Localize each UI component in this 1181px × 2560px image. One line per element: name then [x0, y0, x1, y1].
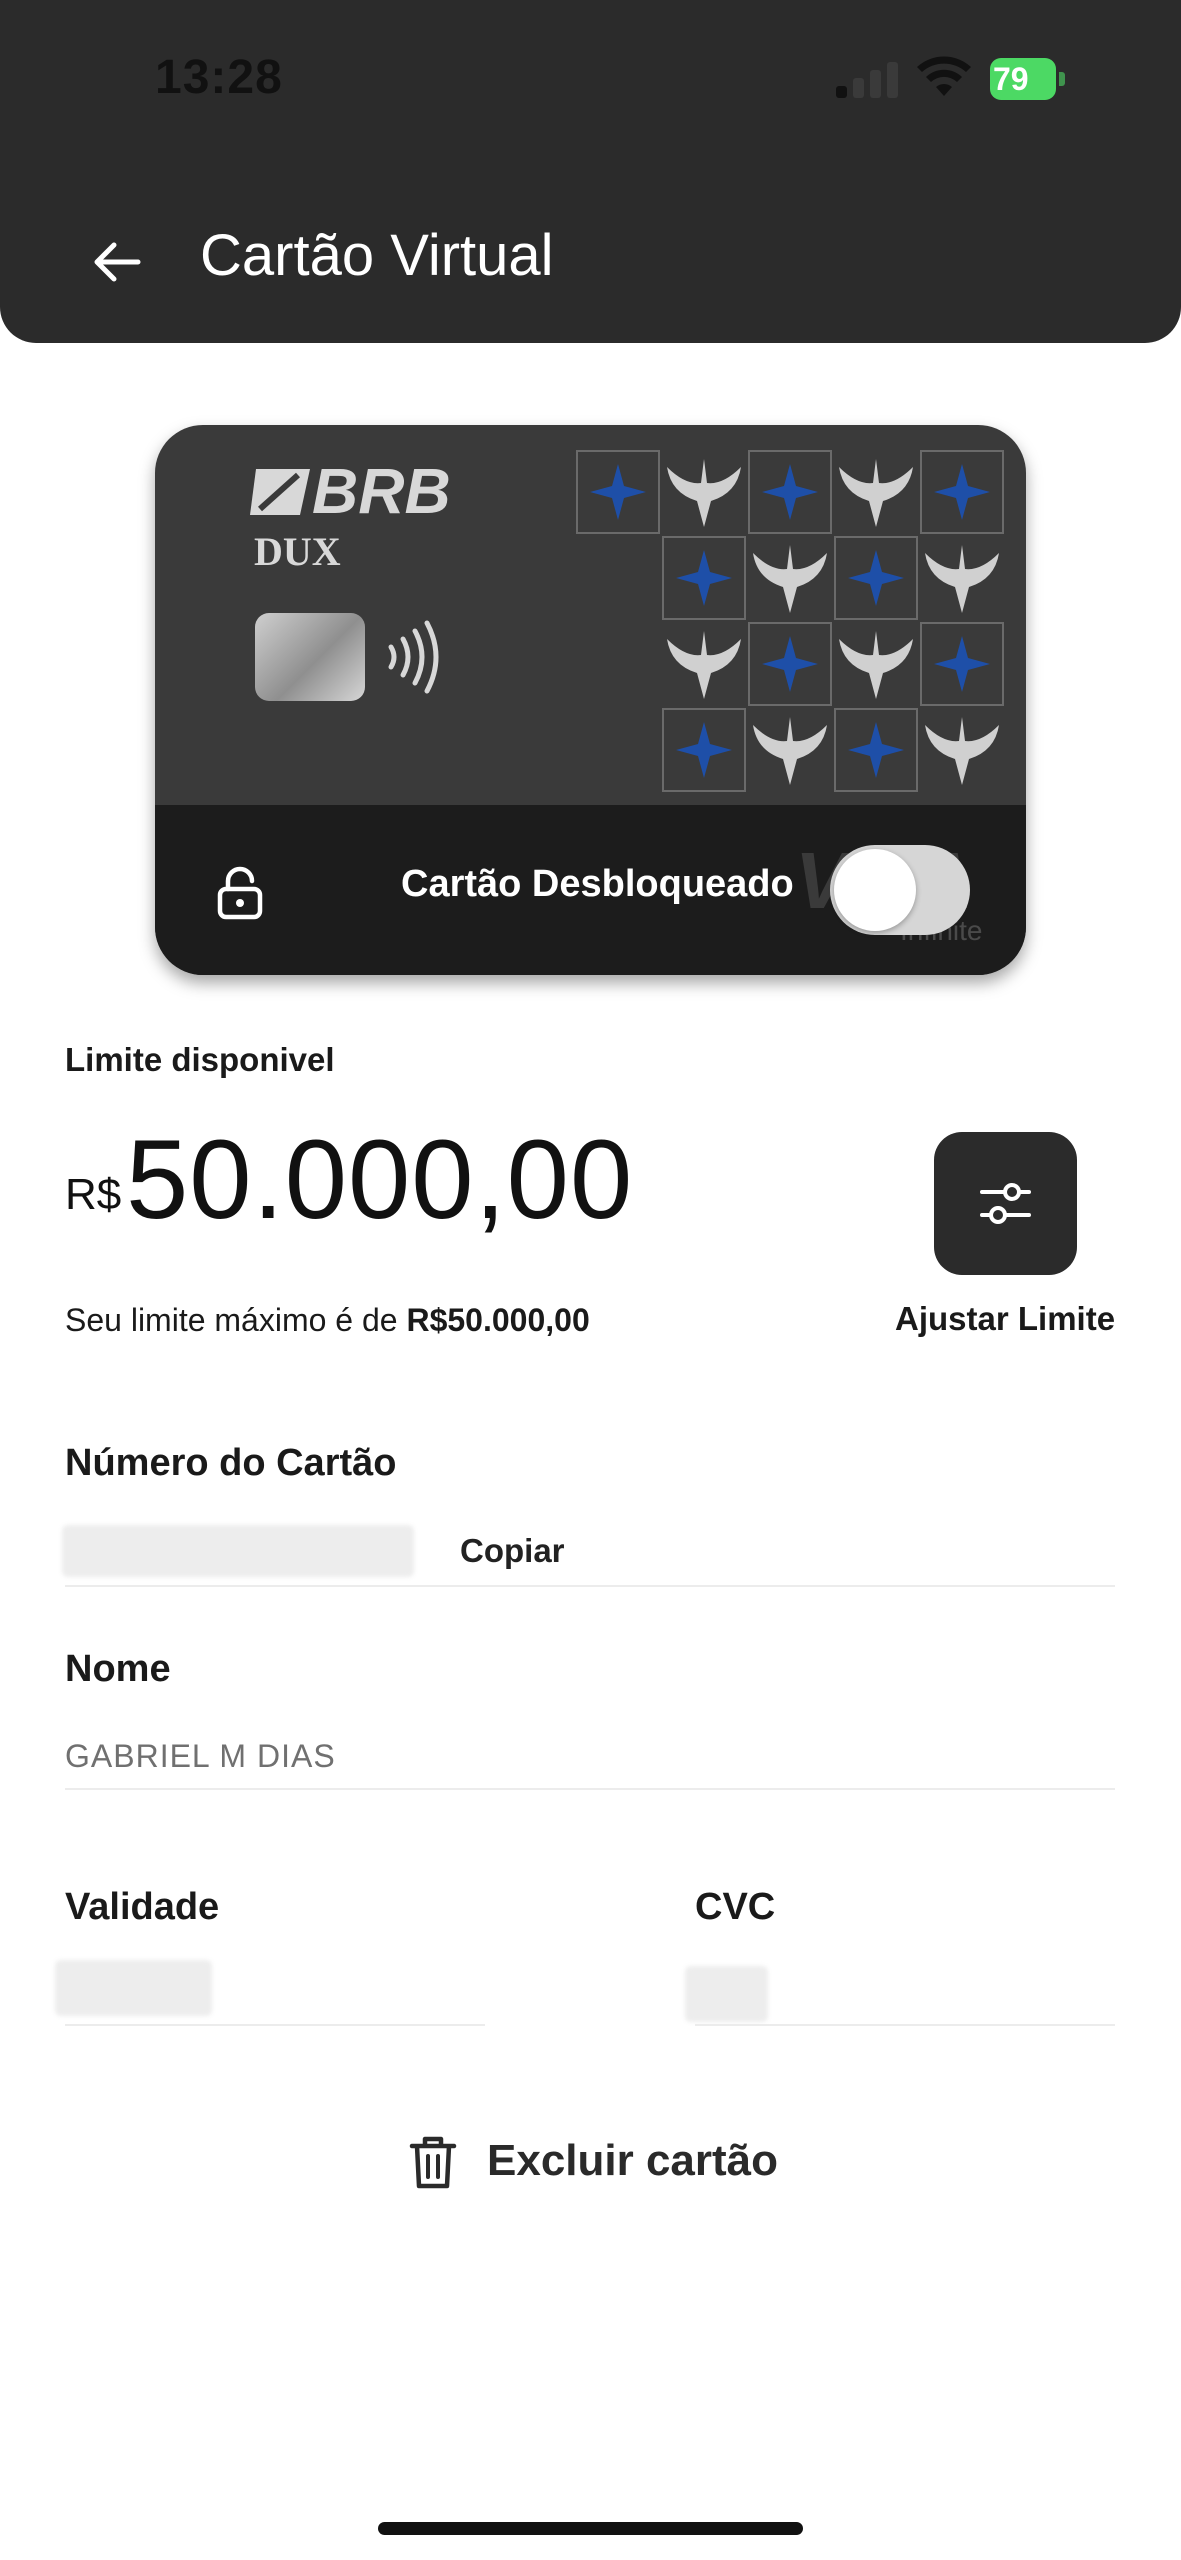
- app-header: 13:28 79 Cartão Virtual: [0, 0, 1181, 343]
- divider: [65, 1788, 1115, 1790]
- svg-text:BRB: BRB: [312, 455, 451, 527]
- card-lock-toggle[interactable]: [830, 845, 970, 935]
- brb-logo: BRB DUX: [250, 455, 451, 573]
- copy-card-number-button[interactable]: Copiar: [460, 1532, 565, 1570]
- svg-text:DUX: DUX: [254, 529, 341, 573]
- back-arrow-icon[interactable]: [88, 234, 144, 290]
- card-status-label: Cartão Desbloqueado: [401, 863, 794, 905]
- cellular-signal-icon: [836, 60, 898, 98]
- max-limit-text: Seu limite máximo é de R$50.000,00: [65, 1302, 590, 1339]
- unlocked-lock-icon: [217, 866, 263, 920]
- page-title: Cartão Virtual: [200, 223, 554, 288]
- validity-masked: [55, 1960, 212, 2016]
- toggle-knob: [834, 849, 916, 931]
- currency-symbol: R$: [65, 1170, 122, 1219]
- contactless-icon: [388, 620, 439, 694]
- battery-icon: 79: [990, 58, 1074, 100]
- wifi-icon: [917, 56, 971, 96]
- trash-icon[interactable]: [408, 2134, 458, 2190]
- name-label: Nome: [65, 1648, 171, 1690]
- sliders-icon: [980, 1183, 1031, 1224]
- adjust-limit-label[interactable]: Ajustar Limite: [895, 1300, 1115, 1338]
- divider: [65, 1585, 1115, 1587]
- available-limit-value: 50.000,00: [126, 1117, 634, 1242]
- max-limit-value: R$50.000,00: [406, 1302, 590, 1338]
- virtual-card: BRB DUX Cartão Desbloqueado VISA Infinit…: [155, 425, 1026, 975]
- available-limit-label: Limite disponivel: [65, 1041, 335, 1078]
- cardholder-name: GABRIEL M DIAS: [65, 1738, 336, 1774]
- divider: [695, 2024, 1115, 2026]
- card-number-masked: [62, 1525, 414, 1577]
- home-indicator: [378, 2522, 803, 2535]
- cvc-label: CVC: [695, 1886, 776, 1928]
- max-limit-prefix: Seu limite máximo é de: [65, 1302, 407, 1338]
- cvc-masked: [685, 1966, 768, 2022]
- status-time: 13:28: [155, 51, 283, 104]
- delete-card-button[interactable]: Excluir cartão: [487, 2136, 778, 2186]
- divider: [65, 2024, 485, 2026]
- card-chip: [255, 613, 365, 701]
- validity-label: Validade: [65, 1886, 220, 1928]
- card-status-bar: Cartão Desbloqueado VISA Infinite: [155, 805, 1026, 975]
- battery-level: 79: [993, 61, 1029, 97]
- card-number-label: Número do Cartão: [65, 1442, 397, 1484]
- adjust-limit-button[interactable]: [934, 1132, 1077, 1275]
